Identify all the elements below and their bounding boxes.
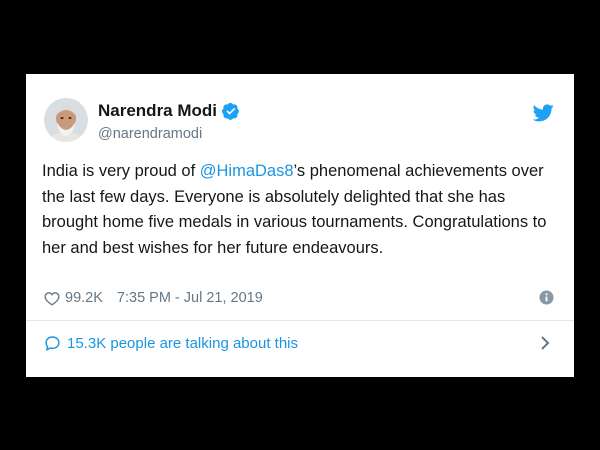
chevron-right-icon[interactable]: [540, 335, 550, 351]
like-count[interactable]: 99.2K: [65, 290, 103, 306]
info-icon[interactable]: [539, 290, 554, 305]
divider: [26, 320, 574, 321]
heart-icon[interactable]: [44, 291, 60, 306]
tweet-meta: 99.2K 7:35 PM - Jul 21, 2019: [44, 287, 558, 309]
avatar[interactable]: [44, 98, 88, 142]
talking-about-label: 15.3K people are talking about this: [67, 334, 298, 352]
tweet-header: Narendra Modi @narendramodi: [42, 90, 558, 150]
speech-bubble-icon: [45, 336, 60, 351]
tweet-text: India is very proud of @HimaDas8’s pheno…: [42, 159, 562, 261]
tweet-card: Narendra Modi @narendramodi India is ver…: [26, 74, 574, 377]
tweet-text-start: India is very proud of: [42, 162, 200, 180]
timestamp[interactable]: 7:35 PM - Jul 21, 2019: [117, 290, 263, 306]
talking-about-link[interactable]: 15.3K people are talking about this: [44, 331, 558, 355]
verified-badge-icon: [222, 102, 239, 120]
mention-link[interactable]: @HimaDas8: [200, 162, 294, 180]
display-name[interactable]: Narendra Modi: [98, 101, 217, 121]
user-handle[interactable]: @narendramodi: [98, 126, 202, 142]
name-row: Narendra Modi: [98, 101, 240, 121]
twitter-bird-icon[interactable]: [533, 104, 554, 122]
